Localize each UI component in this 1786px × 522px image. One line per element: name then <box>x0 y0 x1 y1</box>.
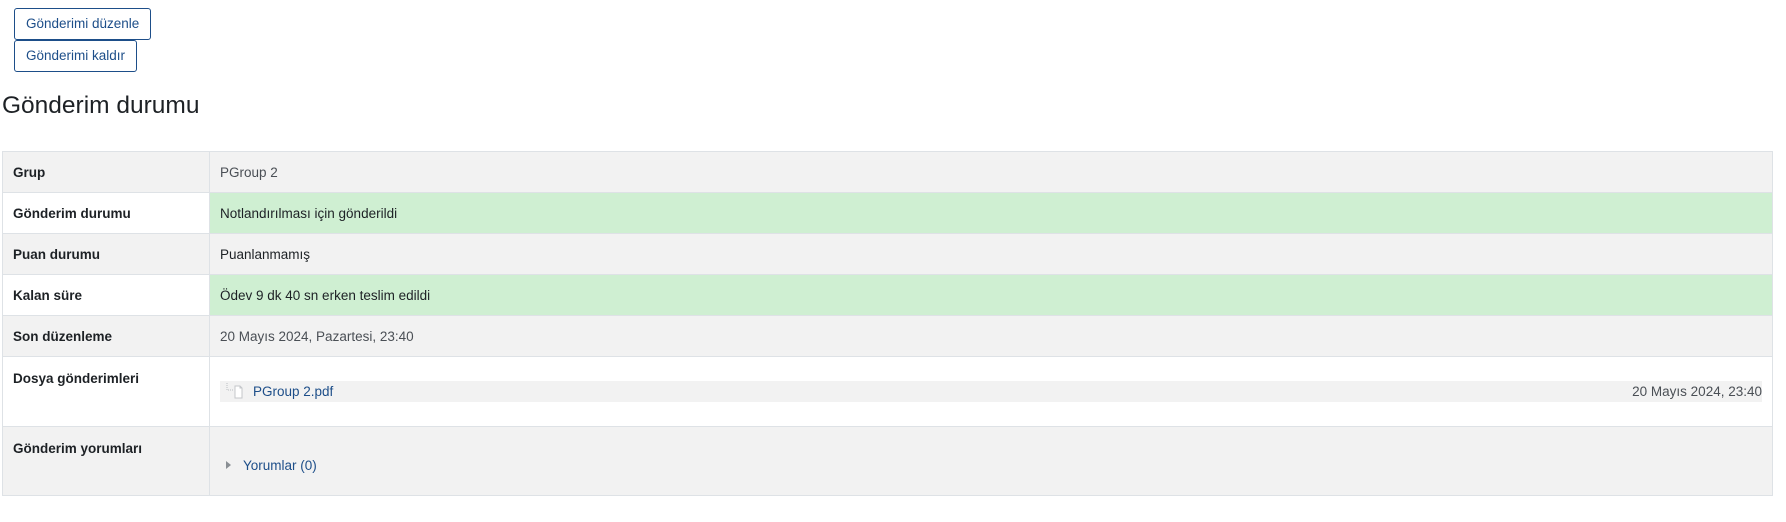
submission-status-page: Gönderimi düzenle Gönderimi kaldır Gönde… <box>0 0 1786 522</box>
row-label-file-submissions: Dosya gönderimleri <box>2 356 210 427</box>
row-label-time-remaining: Kalan süre <box>2 274 210 316</box>
table-row-submission-comments: Gönderim yorumları Yorumlar (0) <box>2 426 1773 496</box>
file-submissions-cell: PGroup 2.pdf 20 Mayıs 2024, 23:40 <box>209 356 1773 427</box>
submission-status-heading: Gönderim durumu <box>2 92 200 119</box>
row-label-group: Grup <box>2 151 210 193</box>
table-row-submission-status: Gönderim durumu Notlandırılması için gön… <box>2 192 1773 234</box>
file-list-item: PGroup 2.pdf 20 Mayıs 2024, 23:40 <box>220 381 1762 402</box>
row-label-last-modified: Son düzenleme <box>2 315 210 357</box>
last-modified-value: 20 Mayıs 2024, Pazartesi, 23:40 <box>209 315 1773 357</box>
submission-status-value: Notlandırılması için gönderildi <box>209 192 1773 234</box>
submission-status-table: Grup PGroup 2 Gönderim durumu Notlandırı… <box>2 151 1773 496</box>
file-link[interactable]: PGroup 2.pdf <box>253 381 333 402</box>
row-label-submission-comments: Gönderim yorumları <box>2 426 210 496</box>
remove-submission-button[interactable]: Gönderimi kaldır <box>14 40 138 72</box>
pdf-file-icon <box>226 383 243 399</box>
time-remaining-value: Ödev 9 dk 40 sn erken teslim edildi <box>209 274 1773 316</box>
submission-comments-cell: Yorumlar (0) <box>209 426 1773 496</box>
table-row-grading-status: Puan durumu Puanlanmamış <box>2 233 1773 275</box>
table-row-last-modified: Son düzenleme 20 Mayıs 2024, Pazartesi, … <box>2 315 1773 357</box>
table-row-time-remaining: Kalan süre Ödev 9 dk 40 sn erken teslim … <box>2 274 1773 316</box>
edit-submission-button[interactable]: Gönderimi düzenle <box>14 8 152 40</box>
row-label-grading-status: Puan durumu <box>2 233 210 275</box>
grading-status-value: Puanlanmamış <box>209 233 1773 275</box>
caret-right-icon[interactable] <box>226 461 231 469</box>
comments-toggle[interactable]: Yorumlar (0) <box>220 458 1762 473</box>
comments-link[interactable]: Yorumlar (0) <box>243 458 317 473</box>
table-row-file-submissions: Dosya gönderimleri PGroup 2.pdf 20 Mayıs… <box>2 356 1773 427</box>
file-date: 20 Mayıs 2024, 23:40 <box>1632 384 1762 399</box>
group-value: PGroup 2 <box>209 151 1773 193</box>
row-label-submission-status: Gönderim durumu <box>2 192 210 234</box>
table-row-group: Grup PGroup 2 <box>2 151 1773 193</box>
